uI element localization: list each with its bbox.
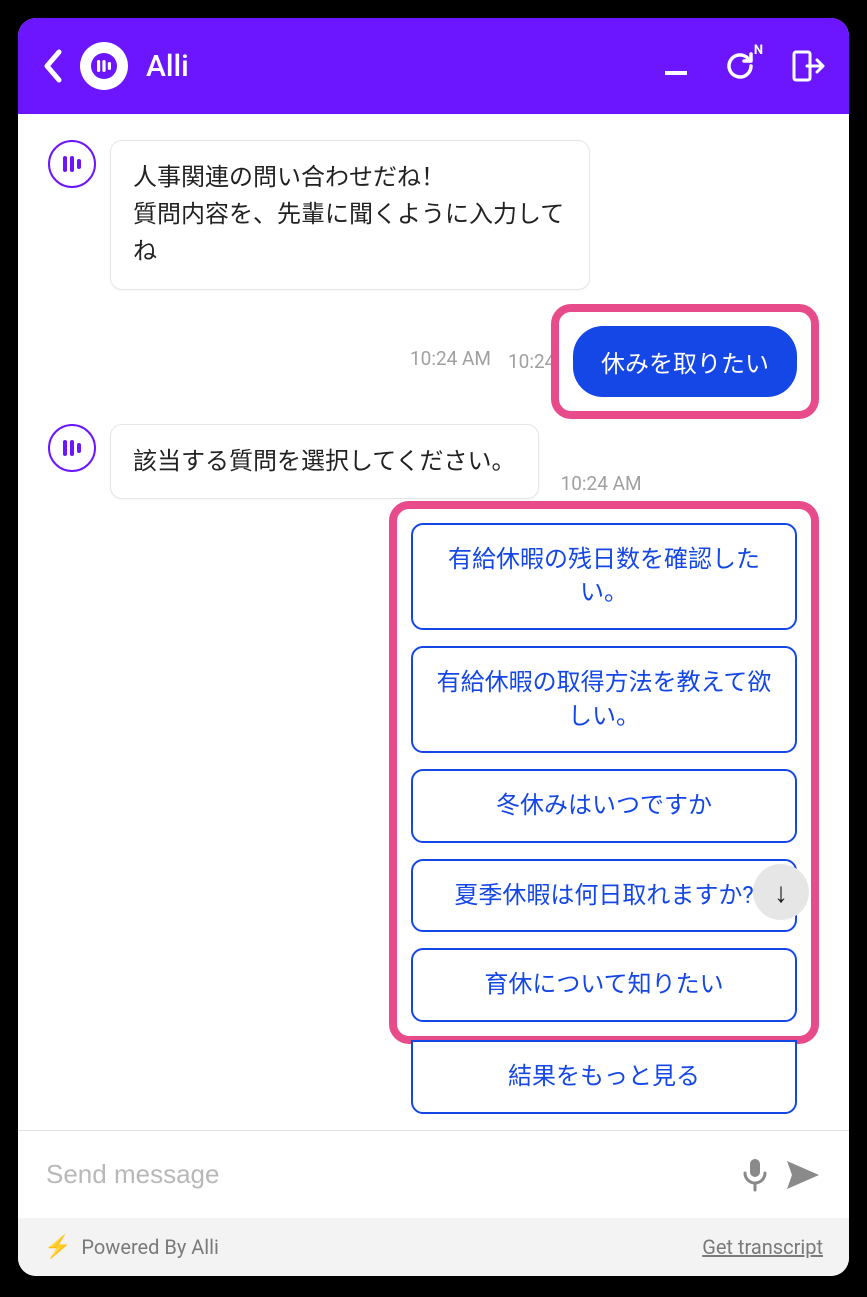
- chat-window: Alli N: [18, 18, 849, 1276]
- bot-message-row-2: 該当する質問を選択してください。 10:24 AM: [48, 424, 819, 499]
- scroll-down-button[interactable]: ↓: [753, 864, 809, 920]
- option-more-button[interactable]: 結果をもっと見る: [411, 1040, 797, 1114]
- chat-header: Alli N: [18, 18, 849, 114]
- alli-avatar-icon: [59, 435, 85, 461]
- extra-options: 結果をもっと見る 該当する質問がありません。: [389, 1064, 819, 1130]
- user-bubble: 休みを取りたい: [573, 326, 797, 397]
- message-input[interactable]: [46, 1159, 725, 1190]
- app-logo: [80, 42, 128, 90]
- header-right: N: [661, 48, 825, 84]
- send-button[interactable]: [785, 1159, 821, 1191]
- options-container: 有給休暇の残日数を確認したい。 有給休暇の取得方法を教えて欲しい。 冬休みはいつ…: [389, 501, 819, 1130]
- option-none-button[interactable]: 該当する質問がありません。: [411, 1130, 797, 1131]
- bot-time-2: 10:24 AM: [561, 472, 642, 495]
- alli-logo-icon: [91, 53, 117, 79]
- bolt-icon: ⚡: [44, 1235, 71, 1260]
- bot-message-row: 人事関連の問い合わせだね！ 質問内容を、先輩に聞くように入力してね: [48, 140, 819, 290]
- bot-bubble: 人事関連の問い合わせだね！ 質問内容を、先輩に聞くように入力してね: [110, 140, 590, 290]
- option-button[interactable]: 有給休暇の残日数を確認したい。: [411, 523, 797, 630]
- bot-avatar: [48, 140, 96, 188]
- send-icon: [785, 1159, 821, 1191]
- option-button[interactable]: 育休について知りたい: [411, 948, 797, 1022]
- option-button[interactable]: 夏季休暇は何日取れますか?: [411, 859, 797, 933]
- powered-by-label: Powered By Alli: [81, 1235, 219, 1259]
- chat-footer: ⚡ Powered By Alli Get transcript: [18, 1218, 849, 1276]
- mic-button[interactable]: [741, 1157, 769, 1193]
- user-time-1: 10:24 AM: [410, 347, 491, 370]
- back-button[interactable]: [42, 49, 62, 83]
- option-button[interactable]: 有給休暇の取得方法を教えて欲しい。: [411, 646, 797, 753]
- minimize-button[interactable]: [661, 51, 691, 81]
- bot-bubble-2: 該当する質問を選択してください。: [110, 424, 539, 499]
- input-bar: [18, 1130, 849, 1218]
- alli-avatar-icon: [59, 151, 85, 177]
- header-left: Alli: [42, 42, 189, 90]
- exit-icon: [789, 48, 825, 84]
- get-transcript-link[interactable]: Get transcript: [702, 1235, 823, 1259]
- highlighted-options-list: 有給休暇の残日数を確認したい。 有給休暇の取得方法を教えて欲しい。 冬休みはいつ…: [411, 523, 797, 1022]
- chevron-left-icon: [42, 49, 62, 83]
- bot-avatar: [48, 424, 96, 472]
- refresh-button[interactable]: N: [723, 49, 757, 83]
- exit-button[interactable]: [789, 48, 825, 84]
- arrow-down-icon: ↓: [774, 876, 788, 909]
- option-button[interactable]: 冬休みはいつですか: [411, 769, 797, 843]
- app-title: Alli: [146, 49, 189, 84]
- highlight-options: 有給休暇の残日数を確認したい。 有給休暇の取得方法を教えて欲しい。 冬休みはいつ…: [389, 501, 819, 1044]
- refresh-icon: [723, 49, 757, 83]
- minimize-icon: [661, 51, 691, 81]
- chat-body: 人事関連の問い合わせだね！ 質問内容を、先輩に聞くように入力してね 10:24 …: [18, 114, 849, 1130]
- microphone-icon: [741, 1157, 769, 1193]
- highlight-user-reply: 休みを取りたい: [551, 304, 819, 419]
